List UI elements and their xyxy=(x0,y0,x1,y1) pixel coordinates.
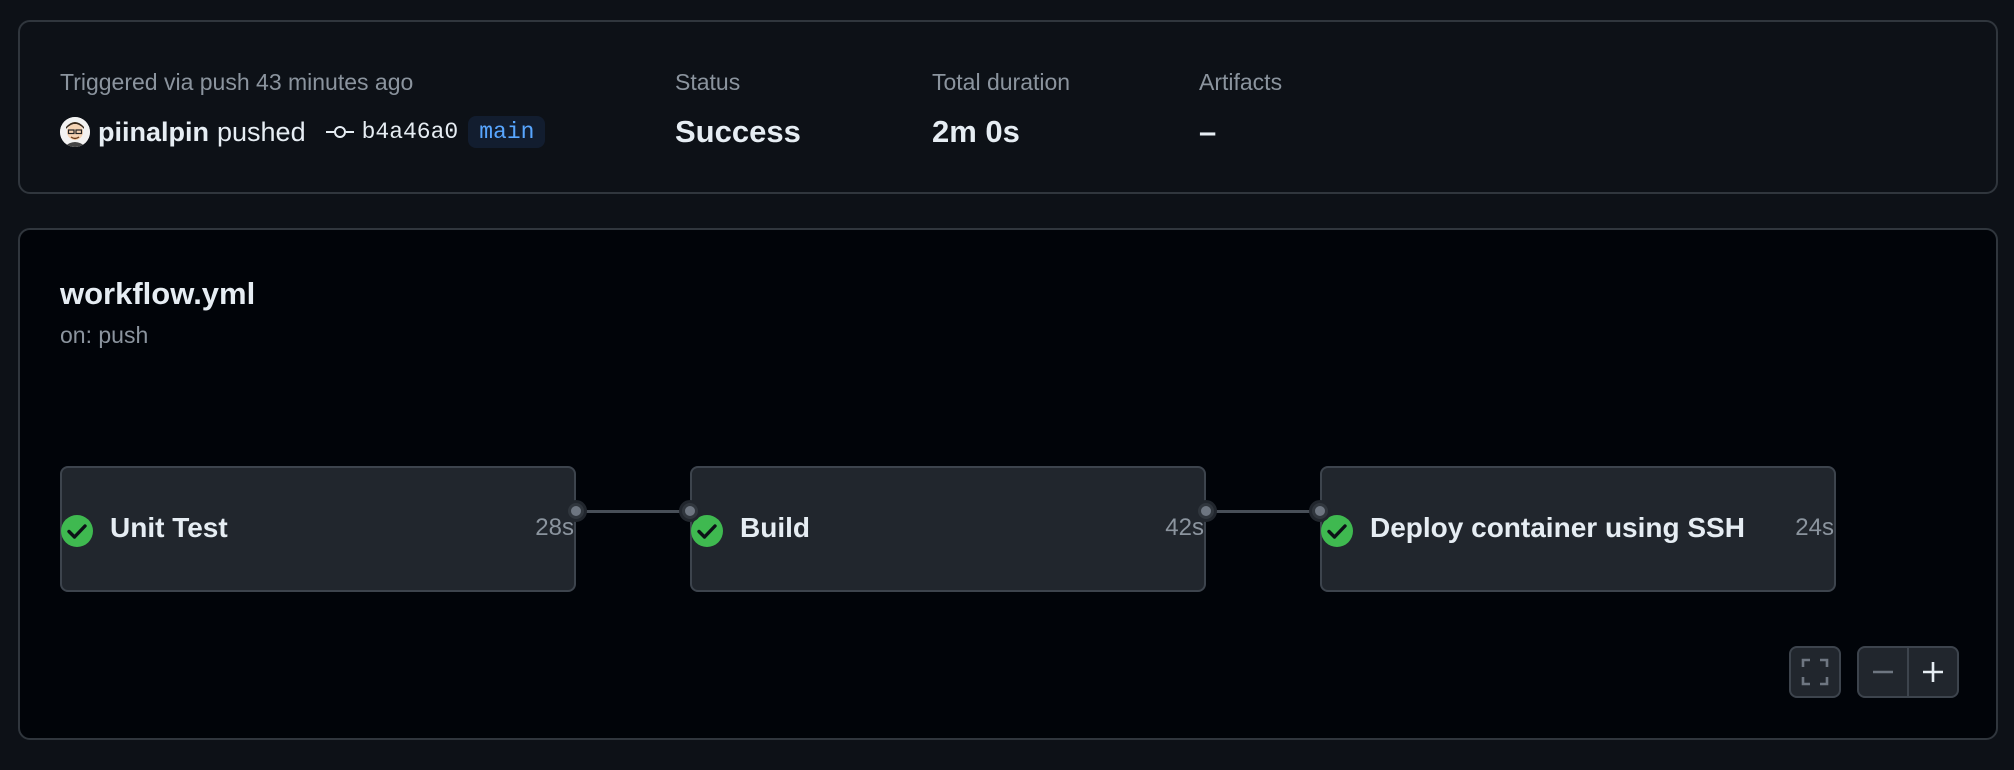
status-label: Status xyxy=(675,69,741,95)
trigger-text: Triggered via push 43 minutes ago xyxy=(60,69,414,95)
job-output-port xyxy=(1195,500,1217,522)
duration-column: Total duration 2m 0s xyxy=(932,66,1070,152)
zoom-in-button[interactable] xyxy=(1907,648,1957,696)
avatar-icon xyxy=(60,117,90,147)
job-input-port xyxy=(679,500,701,522)
duration-value: 2m 0s xyxy=(932,114,1020,149)
workflow-file-title[interactable]: workflow.yml xyxy=(60,276,255,312)
commit-sha-link[interactable]: b4a46a0 xyxy=(362,119,459,145)
job-input-port xyxy=(1309,500,1331,522)
zoom-controls xyxy=(1857,646,1959,698)
artifacts-label: Artifacts xyxy=(1199,69,1283,95)
workflow-trigger: on: push xyxy=(60,322,149,348)
job-connector xyxy=(572,510,692,513)
fullscreen-button[interactable] xyxy=(1789,646,1841,698)
git-commit-icon xyxy=(325,124,354,140)
branch-badge[interactable]: main xyxy=(468,116,546,148)
plus-icon xyxy=(1923,662,1943,682)
zoom-out-button[interactable] xyxy=(1859,648,1907,696)
job-card-unit-test[interactable]: Unit Test 28s xyxy=(60,466,576,592)
workflow-graph: workflow.yml on: push Unit Test 28s Buil… xyxy=(18,228,1998,740)
job-name: Unit Test xyxy=(110,512,228,543)
check-circle-fill-icon xyxy=(60,514,94,553)
artifacts-value: – xyxy=(1199,114,1217,149)
status-column: Status Success xyxy=(675,66,801,152)
job-card-deploy-container[interactable]: Deploy container using SSH 24s xyxy=(1320,466,1836,592)
job-output-port xyxy=(565,500,587,522)
action-text: pushed xyxy=(217,116,306,147)
status-value: Success xyxy=(675,114,801,149)
minus-icon xyxy=(1873,670,1893,674)
avatar[interactable] xyxy=(60,117,90,147)
actor-link[interactable]: piinalpin xyxy=(98,117,209,148)
trigger-column: Triggered via push 43 minutes ago piinal… xyxy=(60,66,546,152)
fullscreen-icon xyxy=(1801,658,1829,686)
artifacts-column: Artifacts – xyxy=(1199,66,1282,152)
duration-label: Total duration xyxy=(932,69,1071,95)
job-duration: 24s xyxy=(1795,514,1834,541)
job-connector xyxy=(1202,510,1322,513)
job-name: Build xyxy=(740,512,810,543)
job-card-build[interactable]: Build 42s xyxy=(690,466,1206,592)
job-name: Deploy container using SSH xyxy=(1370,512,1745,543)
run-summary: Triggered via push 43 minutes ago piinal… xyxy=(18,20,1998,194)
